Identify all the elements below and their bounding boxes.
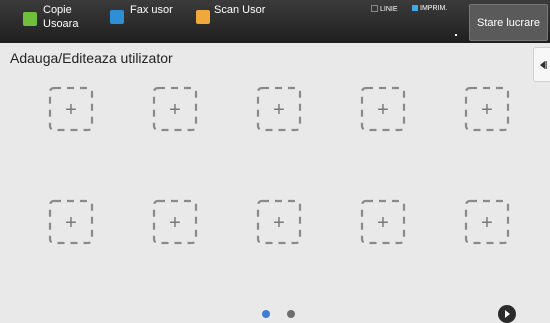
plus-icon: + <box>273 99 285 121</box>
plus-icon: + <box>65 212 77 234</box>
add-user-slot-10[interactable]: + <box>464 199 510 245</box>
play-next-icon <box>505 310 510 318</box>
add-user-slot-9[interactable]: + <box>360 199 406 245</box>
pager-dot-2[interactable] <box>287 310 295 318</box>
line-status: LINIE <box>371 5 398 13</box>
line-status-label: LINIE <box>380 6 398 13</box>
side-panel-toggle[interactable] <box>533 47 550 82</box>
add-slot-frame: + <box>152 199 198 245</box>
shortcut-easy-fax-label: Fax usor <box>130 4 173 16</box>
job-status-button[interactable]: Stare lucrare <box>469 4 548 41</box>
add-slot-frame: + <box>152 86 198 132</box>
add-user-slot-5[interactable]: + <box>464 86 510 132</box>
status-dot <box>455 34 457 36</box>
page-title: Adauga/Editeaza utilizator <box>10 50 173 66</box>
add-slot-frame: + <box>464 199 510 245</box>
main-content: Adauga/Editeaza utilizator + + + + + + +… <box>0 43 550 323</box>
copy-icon <box>23 12 37 26</box>
add-slot-frame: + <box>360 86 406 132</box>
fax-icon <box>110 10 124 24</box>
add-user-slot-3[interactable]: + <box>256 86 302 132</box>
add-user-slot-4[interactable]: + <box>360 86 406 132</box>
add-slot-frame: + <box>256 199 302 245</box>
print-status: IMPRIM. <box>412 5 447 12</box>
shortcut-easy-scan[interactable]: Scan Usor <box>196 0 281 43</box>
shortcut-easy-fax[interactable]: Fax usor <box>110 0 190 43</box>
line-indicator-icon <box>371 5 378 12</box>
add-user-slot-7[interactable]: + <box>152 199 198 245</box>
next-page-button[interactable] <box>498 305 516 323</box>
collapse-arrow-icon <box>539 60 547 69</box>
scan-icon <box>196 10 210 24</box>
print-indicator-icon <box>412 5 418 11</box>
add-slot-frame: + <box>48 199 94 245</box>
add-user-slot-8[interactable]: + <box>256 199 302 245</box>
plus-icon: + <box>169 212 181 234</box>
top-bar: Copie Usoara Fax usor Scan Usor LINIE IM… <box>0 0 550 43</box>
print-status-label: IMPRIM. <box>420 5 448 12</box>
add-slot-frame: + <box>464 86 510 132</box>
pager-dot-1[interactable] <box>262 310 270 318</box>
add-user-slot-2[interactable]: + <box>152 86 198 132</box>
shortcut-easy-copy[interactable]: Copie Usoara <box>23 0 93 43</box>
plus-icon: + <box>169 99 181 121</box>
plus-icon: + <box>377 212 389 234</box>
shortcut-easy-copy-label-1: Copie <box>43 4 72 16</box>
add-user-slot-1[interactable]: + <box>48 86 94 132</box>
add-slot-frame: + <box>360 199 406 245</box>
plus-icon: + <box>273 212 285 234</box>
shortcut-easy-copy-label-2: Usoara <box>43 18 79 30</box>
plus-icon: + <box>481 212 493 234</box>
add-user-slot-6[interactable]: + <box>48 199 94 245</box>
plus-icon: + <box>377 99 389 121</box>
plus-icon: + <box>481 99 493 121</box>
plus-icon: + <box>65 99 77 121</box>
add-slot-frame: + <box>256 86 302 132</box>
add-slot-frame: + <box>48 86 94 132</box>
shortcut-easy-scan-label: Scan Usor <box>214 4 266 16</box>
